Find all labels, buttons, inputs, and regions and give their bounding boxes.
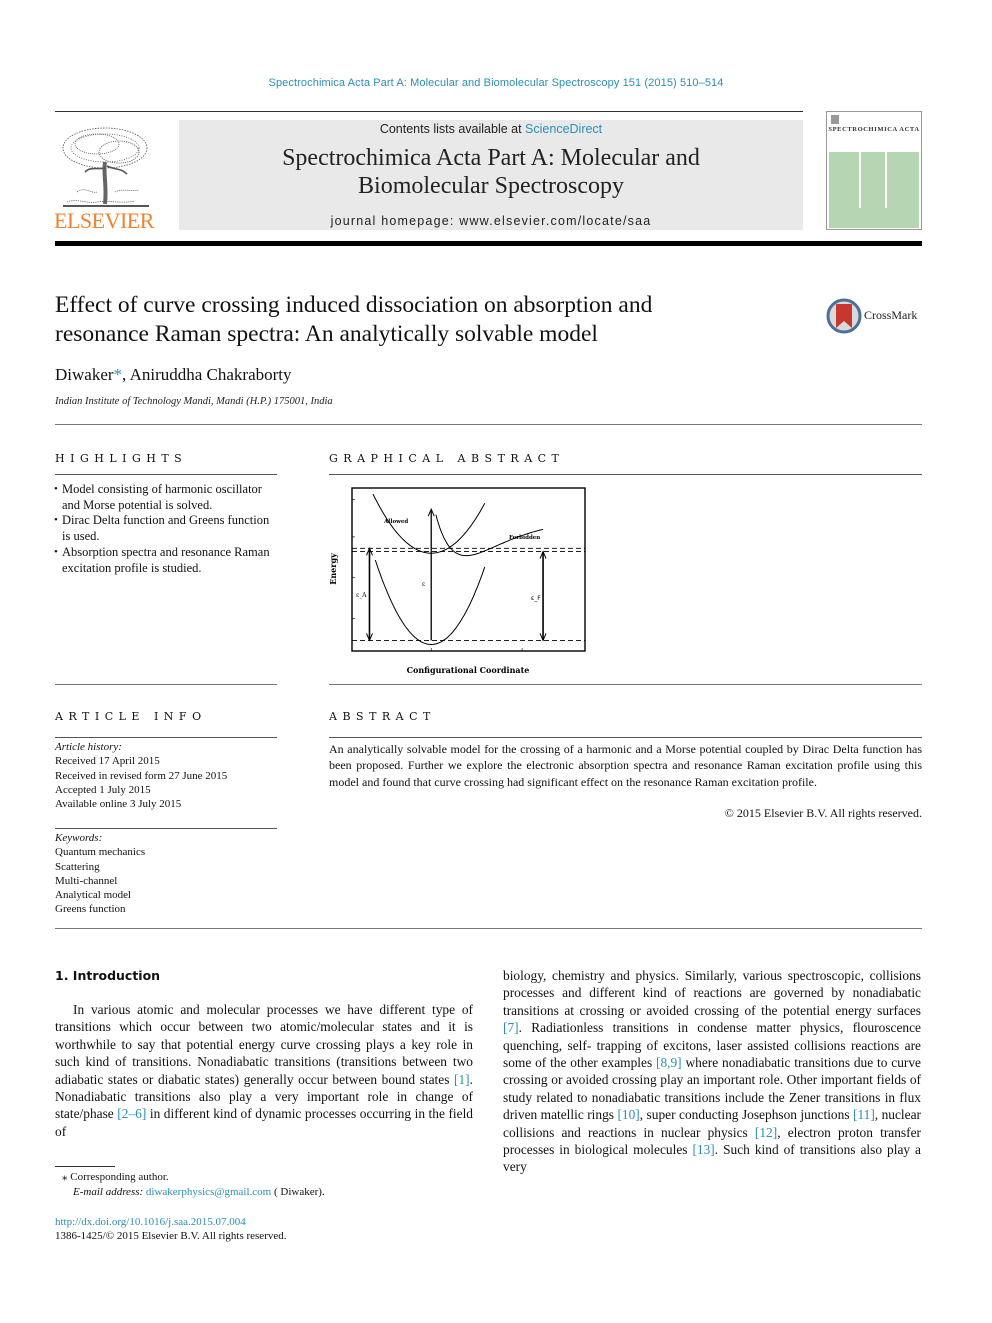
abstract-heading: ABSTRACT: [329, 710, 436, 723]
keyword-item: Quantum mechanics: [55, 846, 146, 859]
graphical-abstract-chart: Allowed Forbidden ε ε_A ε_F Energy Confi…: [328, 487, 586, 675]
citation-link[interactable]: [1]: [454, 1072, 470, 1087]
article-info-heading: ARTICLE INFO: [55, 710, 207, 723]
cover-stripe: [859, 152, 861, 208]
corresponding-author-marker[interactable]: *: [114, 365, 123, 384]
divider: [55, 828, 277, 829]
highlights-list: Model consisting of harmonic oscillator …: [54, 482, 277, 576]
abstract-text: An analytically solvable model for the c…: [329, 742, 922, 789]
footnote-rule: [55, 1166, 115, 1167]
copyright-notice: © 2015 Elsevier B.V. All rights reserved…: [724, 806, 922, 820]
contents-line: Contents lists available at ScienceDirec…: [179, 122, 803, 136]
article-title: Effect of curve crossing induced dissoci…: [55, 291, 795, 349]
graphical-abstract-heading: GRAPHICAL ABSTRACT: [329, 452, 565, 465]
citation-link[interactable]: [12]: [755, 1125, 777, 1140]
divider: [329, 684, 922, 685]
keyword-item: Greens function: [55, 903, 126, 916]
history-item: Received in revised form 27 June 2015: [55, 769, 228, 782]
journal-title-line1: Spectrochimica Acta Part A: Molecular an…: [282, 145, 700, 171]
history-item: Available online 3 July 2015: [55, 798, 182, 811]
citation-link[interactable]: [8,9]: [656, 1055, 682, 1070]
affiliation: Indian Institute of Technology Mandi, Ma…: [55, 396, 333, 407]
body-column-left: In various atomic and molecular processe…: [55, 1001, 473, 1140]
section-heading: 1. Introduction: [55, 968, 161, 983]
y-axis-label: Energy: [328, 553, 338, 585]
email-label: E-mail address:: [73, 1186, 146, 1198]
divider: [55, 424, 922, 425]
keyword-item: Scattering: [55, 860, 100, 873]
body-text: In various atomic and molecular processe…: [55, 1002, 473, 1087]
citation-link[interactable]: [10]: [617, 1107, 639, 1122]
body-text: , super conducting Josephson junctions: [639, 1107, 853, 1123]
crossmark-label: CrossMark: [864, 308, 918, 322]
divider: [55, 737, 277, 738]
plot-frame: [351, 487, 586, 652]
history-label: Article history:: [55, 741, 122, 753]
journal-homepage-link[interactable]: journal homepage: www.elsevier.com/locat…: [179, 214, 803, 228]
keyword-item: Analytical model: [55, 889, 132, 902]
author-name[interactable]: Aniruddha Chakraborty: [130, 365, 292, 384]
highlight-item: Model consisting of harmonic oscillator …: [54, 482, 277, 513]
journal-citation-link[interactable]: Spectrochimica Acta Part A: Molecular an…: [0, 77, 992, 89]
author-name[interactable]: Diwaker: [55, 365, 114, 384]
arrow-label-epsilon: ε: [422, 581, 425, 588]
citation-link[interactable]: [11]: [853, 1107, 875, 1122]
arrow-label-epsilon-a: ε_A: [356, 592, 367, 599]
journal-title: Spectrochimica Acta Part A: Molecular an…: [179, 144, 803, 200]
email-suffix: ( Diwaker).: [271, 1186, 325, 1198]
author-separator: ,: [122, 365, 130, 384]
highlights-heading: HIGHLIGHTS: [55, 452, 188, 465]
cover-title: SPECTROCHIMICA ACTA: [828, 126, 920, 133]
journal-title-line2: Biomolecular Spectroscopy: [358, 173, 624, 199]
elsevier-tree-icon: [62, 127, 149, 207]
x-axis-label: Configurational Coordinate: [407, 665, 530, 675]
doi-link[interactable]: http://dx.doi.org/10.1016/j.saa.2015.07.…: [55, 1216, 246, 1228]
divider: [329, 737, 922, 738]
sciencedirect-link[interactable]: ScienceDirect: [525, 122, 602, 136]
header-rule: [55, 111, 803, 112]
keywords: Keywords: Quantum mechanics Scattering M…: [55, 831, 277, 917]
citation-link[interactable]: [2–6]: [117, 1106, 146, 1121]
corresponding-author-note: ⁎ Corresponding author.: [62, 1171, 169, 1183]
history-item: Received 17 April 2015: [55, 755, 160, 768]
cover-green-panel: [829, 152, 919, 228]
author-list: Diwaker*, Aniruddha Chakraborty: [55, 365, 292, 385]
body-column-right: biology, chemistry and physics. Similarl…: [503, 967, 921, 1176]
header-thick-rule: [55, 241, 922, 246]
cover-elsevier-icon: [831, 115, 839, 124]
citation-link[interactable]: [7]: [503, 1020, 519, 1035]
elsevier-logo[interactable]: ELSEVIER: [53, 120, 155, 235]
article-title-line2: resonance Raman spectra: An analytically…: [55, 321, 598, 347]
curve-label-forbidden: Forbidden: [509, 535, 540, 541]
issn-line: 1386-1425/© 2015 Elsevier B.V. All right…: [55, 1230, 287, 1242]
body-text: biology, chemistry and physics. Similarl…: [503, 968, 921, 1018]
crossmark-button[interactable]: CrossMark: [826, 298, 926, 334]
elsevier-wordmark: ELSEVIER: [54, 208, 154, 233]
citation-link[interactable]: [13]: [692, 1142, 714, 1157]
article-title-line1: Effect of curve crossing induced dissoci…: [55, 292, 653, 318]
journal-banner: Contents lists available at ScienceDirec…: [179, 120, 803, 230]
contents-prefix: Contents lists available at: [379, 122, 526, 136]
cover-stripe: [885, 152, 887, 208]
email-link[interactable]: diwakerphysics@gmail.com: [146, 1186, 271, 1198]
highlight-item: Absorption spectra and resonance Raman e…: [54, 545, 277, 576]
crossmark-icon: [826, 298, 862, 334]
curve-label-allowed: Allowed: [383, 519, 408, 525]
email-note: E-mail address: diwakerphysics@gmail.com…: [73, 1186, 325, 1198]
divider: [55, 928, 922, 929]
divider: [55, 684, 277, 685]
article-history: Article history: Received 17 April 2015 …: [55, 740, 277, 811]
highlight-item: Dirac Delta function and Greens function…: [54, 513, 277, 544]
keywords-label: Keywords:: [55, 832, 103, 844]
arrow-label-epsilon-f: ε_F: [531, 595, 541, 602]
divider: [55, 474, 277, 475]
divider: [329, 474, 922, 475]
history-item: Accepted 1 July 2015: [55, 783, 151, 796]
keyword-item: Multi-channel: [55, 874, 118, 887]
potential-curve-ground-harmonic: [374, 559, 486, 646]
journal-cover-thumbnail[interactable]: SPECTROCHIMICA ACTA: [826, 111, 922, 230]
